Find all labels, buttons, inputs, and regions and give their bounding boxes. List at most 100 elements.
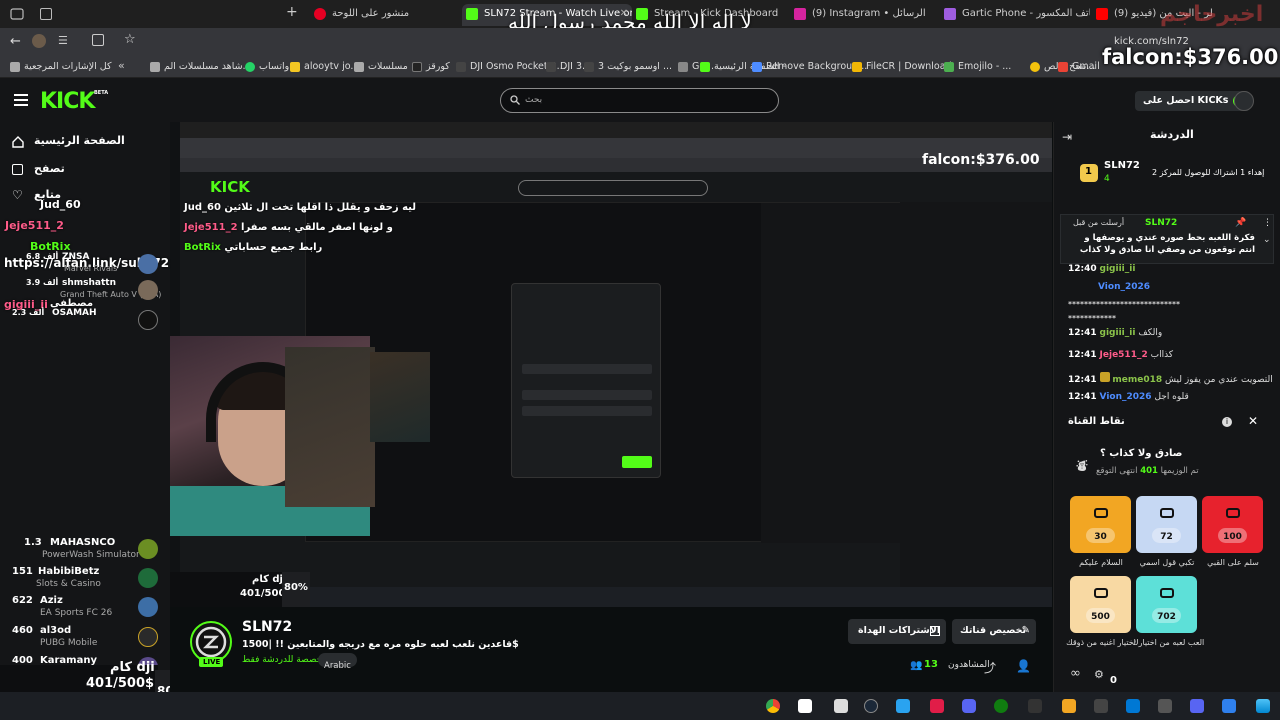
prediction-card[interactable]: ⛇ صادق ولا كذاب ؟ تم الوزيمها 401 انتهى … [1068,444,1268,488]
nav-browse[interactable]: تصفح [34,162,65,175]
top-gifter-name[interactable]: SLN72 [1104,160,1140,171]
overlay-chat-user: BotRix [184,242,221,253]
chat-message: ************ [1068,314,1116,323]
pinned-text: فكرة اللعبه بحط صوره عندي و يوصفها و انت… [1079,233,1255,255]
prediction-option-card[interactable]: 72 [1136,496,1197,553]
sidebar-stream-mahasnco[interactable]: 1.3 MAHASNCO PowerWash Simulator 2 [12,537,162,569]
hamburger-menu-icon[interactable] [14,94,28,106]
sidebar-stream-habibibetz[interactable]: 151 HabibiBetz Slots & Casino [12,566,162,598]
bookmark-star-icon[interactable]: ☆ [124,32,136,47]
avatar [138,597,158,617]
steam-icon[interactable] [864,699,878,713]
app-icon[interactable] [1222,699,1236,713]
app-icon[interactable] [1028,699,1042,713]
gartic-icon [944,8,956,20]
xbox-icon[interactable] [994,699,1008,713]
channel-name[interactable]: SLN72 [242,619,292,635]
infinity-icon[interactable]: ∞ [1070,666,1081,681]
bookmark-all[interactable]: كل الإشارات المرجعية [10,59,112,75]
nested-falcon-text: falcon:$376.00 [922,152,1040,168]
bookmark-korqz[interactable]: كورقز [412,59,450,75]
browse-icon [12,164,23,175]
option-label: العب لعبه من اختيارك [1132,638,1205,647]
app-icon[interactable] [1094,699,1108,713]
tab-pinterest-1[interactable]: منشور على اللوحة [310,4,460,26]
address-bar: ← ☰ ☆ kick.com/sln72 [0,28,1280,56]
sidebar-stream-aziz[interactable]: 622 Aziz EA Sports FC 26 [12,595,162,627]
site-icon [546,62,556,72]
bookmark-alooy[interactable]: alooytv jo... [290,59,359,75]
settings-icon[interactable]: ⚙ [1094,668,1104,681]
bookmark-musalsalat[interactable]: مسلسلات [354,59,408,75]
folder-icon [10,62,20,72]
nested-tab-bar [180,122,1052,138]
tab-search-icon[interactable] [40,8,52,20]
goal-percent: 80% [284,582,308,593]
prediction-option-card[interactable]: 702 [1136,576,1197,633]
outlook-icon[interactable] [1126,699,1140,713]
video-player[interactable]: KICK falcon:$376.00 Jud_60 ليه زحف و يقل… [170,122,1052,607]
nested-taskbar [180,587,1052,607]
prediction-option-card[interactable]: 500 [1070,576,1131,633]
pin-icon: 📌 [1235,218,1247,228]
home-icon [12,136,24,148]
discord-icon[interactable] [962,699,976,713]
bookmark-emojilo[interactable]: Emojilo - ... [944,59,1011,75]
close-icon[interactable]: ✕ [1248,414,1258,428]
goal-overlay-title: كام dji [110,660,155,675]
tune-icon[interactable]: ☰ [58,34,68,47]
kick-logo[interactable]: KICK [40,89,95,114]
app-icon[interactable] [1062,699,1076,713]
customize-channel-button[interactable]: تخصيص قناتك ✎ [952,619,1036,644]
gift-subs-button[interactable]: الاشتراكات الهداة [848,619,946,644]
overlay-chat-text: و لونها اصفر مالقي بسه صفرا [241,222,393,233]
prediction-option-card[interactable]: 100 [1202,496,1263,553]
option-cost: 500 [1091,612,1110,622]
app-icon[interactable] [1158,699,1172,713]
prediction-status: تم الوزيمها 401 انتهى التوقع [1096,466,1199,476]
stream-category[interactable]: مخصصة للدردشة فقط [242,655,327,665]
bookmark-whatsapp[interactable]: واتساب [245,59,289,75]
bookmark-series[interactable]: شاهد مسلسلات الم... [150,59,252,75]
tab-instagram[interactable]: (9) Instagram • الرسائل [790,4,930,26]
site-icon [944,62,954,72]
windows-start-icon[interactable] [1256,699,1270,713]
tab-gartic-phone[interactable]: Gartic Phone - الهاتف المكسور [940,4,1090,26]
bookmark-osmo-ar[interactable]: اوسمو بوكيت 3 ... [584,59,672,75]
nav-home[interactable]: الصفحة الرئيسية [34,134,125,147]
sidebar-stream-al3od[interactable]: 460 al3od PUBG Mobile [12,625,162,657]
info-icon[interactable]: i [1222,417,1232,427]
nested-dialog [511,283,661,478]
avatar[interactable] [32,34,46,48]
nested-dialog-field [522,364,652,374]
app-icon[interactable] [798,699,812,713]
language-tag[interactable]: Arabic [318,653,357,671]
chevron-down-icon[interactable]: ⌄ [1263,235,1271,245]
app-icon[interactable] [930,699,944,713]
site-icon [752,62,762,72]
new-tab-button[interactable]: + [286,4,298,20]
bookmark-gmail[interactable]: Gmail [1058,59,1100,75]
pinned-menu-icon[interactable]: ⋮ [1263,218,1272,228]
prediction-option-card[interactable]: 30 [1070,496,1131,553]
collapse-chat-icon[interactable]: ⇥ [1062,130,1072,144]
file-explorer-icon[interactable] [834,699,848,713]
app-icon[interactable] [1190,699,1204,713]
bookmark-removebg[interactable]: Remove Backgroun... [752,59,867,75]
kick-beta-badge: BETA [94,90,109,96]
user-avatar[interactable] [1234,91,1254,111]
share-icon[interactable]: ⤴ [984,659,996,676]
bookmark-filecr[interactable]: FileCR | Download [852,59,952,75]
sidebar-stream-osamah[interactable]: 2.3 ألف OSAMAH [12,308,162,340]
chevron-left-icon[interactable]: « [118,59,125,72]
pinned-message[interactable]: 📌 ⋮ SLN72 أرسلت من قبل فكرة اللعبه بحط ص… [1060,214,1274,264]
chrome-icon[interactable] [766,699,780,713]
sidebar-stream-shmshattn[interactable]: 3.9 ألف shmshattn Grand Theft Auto V (GT… [12,278,162,310]
extension-icon[interactable] [92,34,104,46]
app-icon[interactable] [896,699,910,713]
follow-icon[interactable]: 👤 [1016,659,1031,673]
search-input[interactable]: بحث [500,88,779,113]
back-icon[interactable]: ← [10,34,21,49]
window-menu-icon[interactable] [10,7,24,21]
folder-icon [354,62,364,72]
